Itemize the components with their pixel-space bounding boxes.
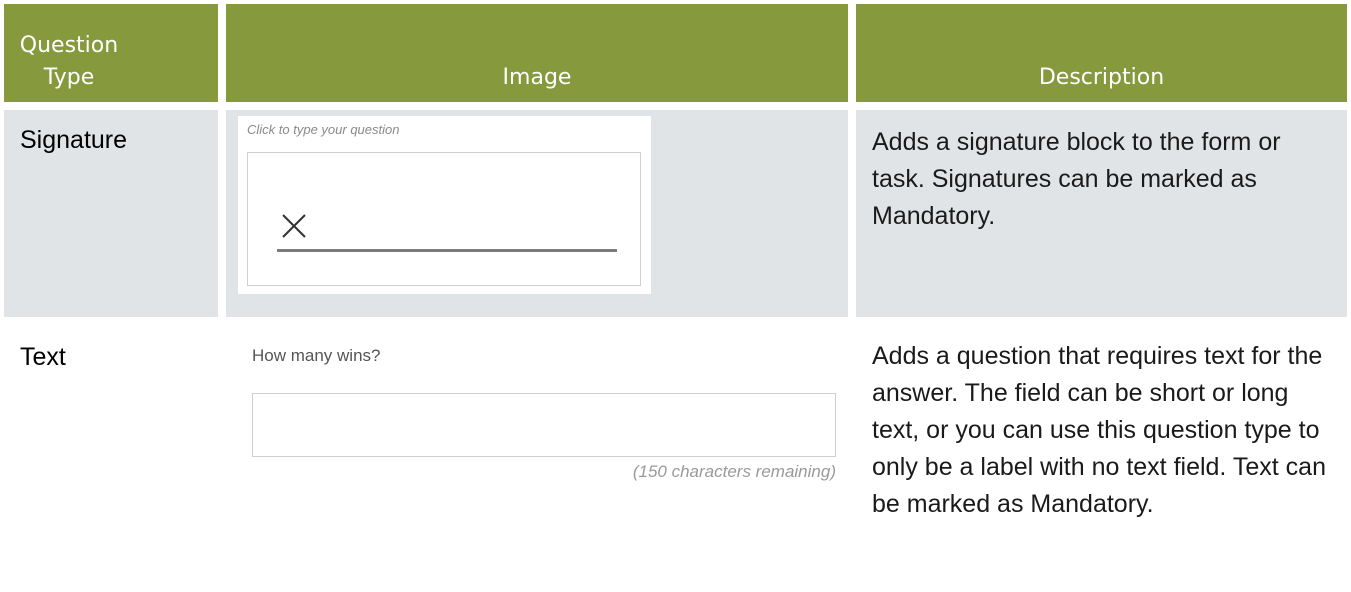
header-description-label: Description (1038, 65, 1165, 90)
row-signature-image-cell: Click to type your question (226, 110, 848, 317)
row-text-description: Adds a question that requires text for t… (872, 342, 1326, 518)
characters-remaining: (150 characters remaining) (632, 462, 836, 481)
signature-x-icon (282, 214, 306, 238)
signature-preview: Click to type your question (238, 116, 651, 294)
signature-box (247, 152, 641, 286)
row-signature-type-cell: Signature (4, 110, 218, 317)
signature-question-prompt: Click to type your question (247, 122, 400, 137)
header-description: Description (856, 4, 1347, 102)
header-image-label: Image (502, 65, 572, 90)
header-question-type: Question Type (4, 4, 218, 102)
text-question-label: How many wins? (252, 346, 381, 365)
header-image: Image (226, 4, 848, 102)
question-types-table: Question Type Image Description Signatur… (0, 0, 1351, 592)
text-answer-field (252, 393, 836, 457)
row-text-type: Text (20, 343, 66, 371)
signature-line (277, 249, 617, 252)
row-signature-description-cell: Adds a signature block to the form or ta… (856, 110, 1347, 317)
header-question-type-label: Question Type (19, 33, 119, 90)
row-signature-description: Adds a signature block to the form or ta… (872, 128, 1281, 230)
row-signature-type: Signature (20, 126, 128, 154)
